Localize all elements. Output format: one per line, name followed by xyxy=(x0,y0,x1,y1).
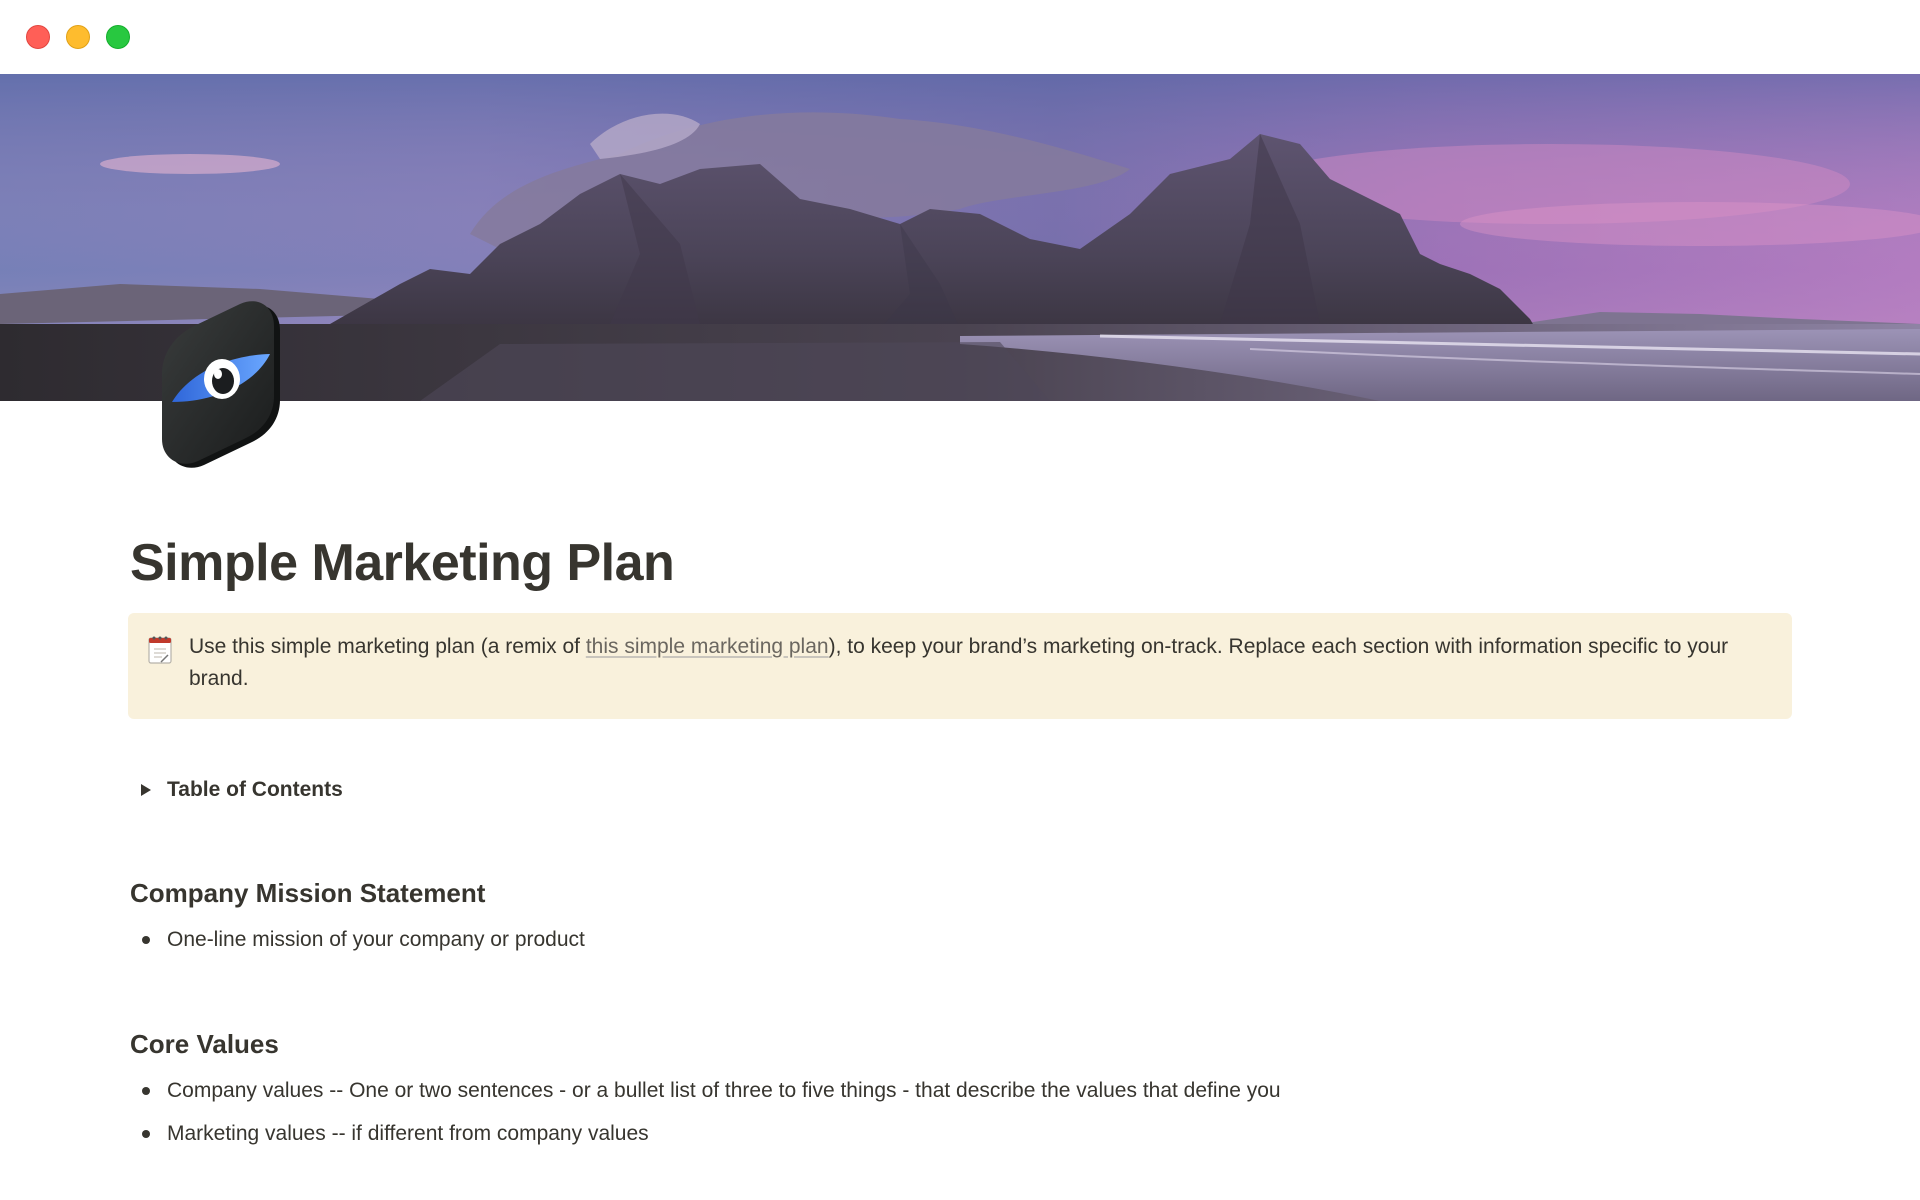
callout-text-before: Use this simple marketing plan (a remix … xyxy=(189,635,586,658)
eye-app-icon xyxy=(162,301,280,468)
list-item-text[interactable]: One-line mission of your company or prod… xyxy=(167,928,585,952)
callout-link[interactable]: this simple marketing plan xyxy=(586,635,829,658)
list-item[interactable]: One-line mission of your company or prod… xyxy=(130,924,585,956)
page-title[interactable]: Simple Marketing Plan xyxy=(130,532,675,594)
notepad-icon[interactable] xyxy=(146,635,174,665)
toc-toggle[interactable]: Table of Contents xyxy=(130,775,343,805)
maximize-button[interactable] xyxy=(106,25,130,49)
toc-toggle-label[interactable]: Table of Contents xyxy=(167,778,343,802)
list-item[interactable]: Company values -- One or two sentences -… xyxy=(130,1075,1281,1107)
bullet-dot xyxy=(142,1130,150,1138)
callout-text: Use this simple marketing plan (a remix … xyxy=(189,631,1749,695)
minimize-button[interactable] xyxy=(66,25,90,49)
triangle-right-icon[interactable] xyxy=(132,783,160,797)
callout-block[interactable]: Use this simple marketing plan (a remix … xyxy=(128,613,1792,719)
close-button[interactable] xyxy=(26,25,50,49)
heading-company-mission[interactable]: Company Mission Statement xyxy=(130,877,485,911)
app-window: Simple Marketing Plan Use this simple ma… xyxy=(0,0,1920,1200)
title-bar xyxy=(0,0,1920,74)
list-item-text[interactable]: Marketing values -- if different from co… xyxy=(167,1122,649,1146)
page-icon[interactable] xyxy=(160,300,290,472)
list-item-text[interactable]: Company values -- One or two sentences -… xyxy=(167,1079,1281,1103)
bullet-dot xyxy=(142,936,150,944)
list-item[interactable]: Marketing values -- if different from co… xyxy=(130,1118,649,1150)
bullet-dot xyxy=(142,1087,150,1095)
heading-core-values[interactable]: Core Values xyxy=(130,1028,279,1062)
